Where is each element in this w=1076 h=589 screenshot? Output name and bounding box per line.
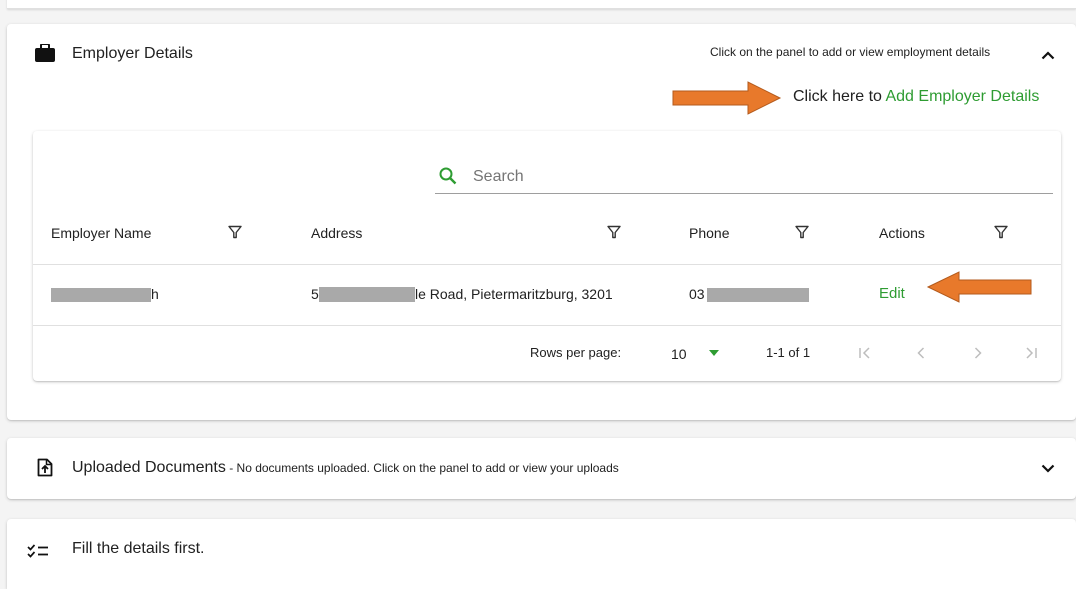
address-cell: le Road, Pietermaritzburg, 3201 <box>415 286 613 302</box>
next-page-icon[interactable] <box>970 345 986 361</box>
filter-icon[interactable] <box>607 225 621 239</box>
documents-title: Uploaded Documents <box>72 459 226 476</box>
employer-panel-title: Employer Details <box>72 45 193 62</box>
column-header-employer-name[interactable]: Employer Name <box>51 225 151 241</box>
phone-cell: 03 <box>689 286 705 302</box>
search-icon <box>439 167 457 185</box>
fill-details-panel: Fill the details first. <box>7 519 1076 589</box>
file-upload-icon <box>37 458 53 477</box>
page-range: 1-1 of 1 <box>766 345 811 360</box>
first-page-icon[interactable] <box>857 345 873 361</box>
table-row: h 56 le Road, Pietermaritzburg, 3201 03 … <box>33 265 1061 325</box>
prev-page-icon[interactable] <box>913 345 929 361</box>
checklist-icon <box>27 544 48 558</box>
filter-icon[interactable] <box>228 225 242 239</box>
employer-name-cell: h <box>151 286 159 302</box>
employer-panel-hint: Click on the panel to add or view employ… <box>710 45 991 59</box>
redacted-employer-name <box>51 288 151 302</box>
filter-icon[interactable] <box>994 225 1008 239</box>
previous-panel-edge <box>7 0 1076 9</box>
last-page-icon[interactable] <box>1023 345 1039 361</box>
edit-button[interactable]: Edit <box>879 285 905 302</box>
caret-down-icon <box>709 350 719 356</box>
redacted-phone <box>707 288 809 302</box>
column-header-phone[interactable]: Phone <box>689 225 729 241</box>
redacted-address <box>319 287 415 302</box>
documents-header: Uploaded Documents - No documents upload… <box>72 459 619 477</box>
column-header-address[interactable]: Address <box>311 225 362 241</box>
employer-details-panel[interactable]: Employer Details Click on the panel to a… <box>7 24 1076 420</box>
arrow-annotation-icon <box>672 81 782 115</box>
arrow-annotation-icon <box>926 271 1032 303</box>
filter-icon[interactable] <box>795 225 809 239</box>
briefcase-icon <box>35 44 55 62</box>
chevron-down-icon[interactable] <box>1041 464 1055 473</box>
uploaded-documents-panel[interactable]: Uploaded Documents - No documents upload… <box>7 438 1076 499</box>
search-input[interactable] <box>471 163 1035 191</box>
fill-details-title: Fill the details first. <box>72 540 205 557</box>
chevron-up-icon[interactable] <box>1041 51 1055 60</box>
column-header-actions[interactable]: Actions <box>879 225 925 241</box>
documents-subtitle: - No documents uploaded. Click on the pa… <box>225 461 619 475</box>
add-employer-link[interactable]: Add Employer Details <box>885 88 1039 105</box>
add-employer-line: Click here to Add Employer Details <box>793 88 1039 106</box>
rows-per-page-select[interactable]: 10 <box>669 340 729 366</box>
table-pagination: Rows per page: 10 1-1 of 1 <box>33 326 1061 381</box>
rows-per-page-value: 10 <box>671 346 687 362</box>
search-field[interactable] <box>435 161 1053 194</box>
rows-per-page-label: Rows per page: <box>530 345 622 360</box>
employer-table: Employer Name Address Phone Actions h 56… <box>33 131 1061 381</box>
add-employer-prefix: Click here to <box>793 88 882 105</box>
